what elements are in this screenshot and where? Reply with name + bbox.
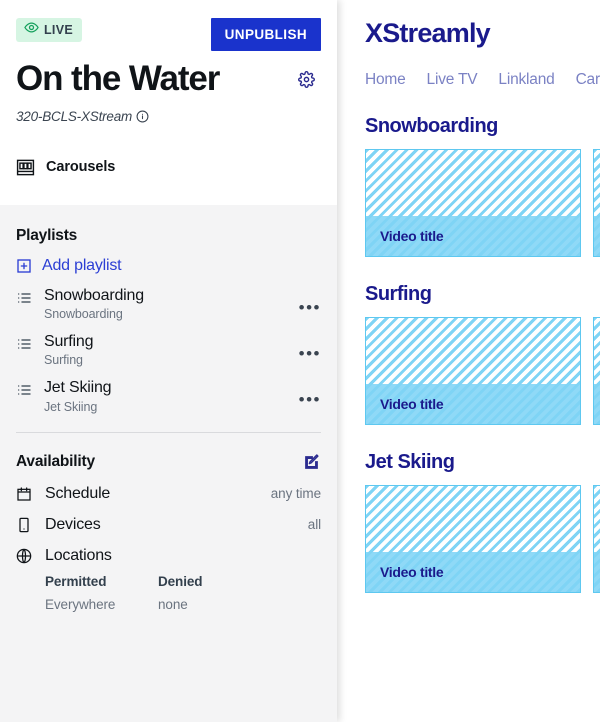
playlist-text: Jet Skiing Jet Skiing <box>44 378 299 413</box>
eye-icon <box>24 20 39 40</box>
brand-logo: XStreamly <box>365 18 491 48</box>
video-card-title-band: Video title <box>594 216 600 256</box>
carousel-card-row: Video title Video title <box>365 485 600 593</box>
playlist-text: Surfing Surfing <box>44 332 299 367</box>
video-card-title-band: Video title <box>594 384 600 424</box>
availability-row-devices[interactable]: Devices all <box>16 516 321 534</box>
panel-header: LIVE UNPUBLISH On the Water 320-BCLS-XSt… <box>0 0 337 205</box>
video-card-title-band: Video title <box>366 552 580 592</box>
playlists-heading: Playlists <box>16 227 78 244</box>
locations-denied-column: Denied none <box>158 574 271 612</box>
locations-permitted-value: Everywhere <box>45 596 116 612</box>
availability-row-schedule[interactable]: Schedule any time <box>16 485 321 503</box>
nav-item-carousels[interactable]: Car <box>576 71 600 89</box>
locations-table: Permitted Everywhere Denied none <box>16 574 321 612</box>
video-card[interactable]: Video title <box>365 317 581 425</box>
reference-id-row: 320-BCLS-XStream <box>16 109 321 124</box>
playlist-name: Surfing <box>44 333 94 351</box>
list-item[interactable]: Jet Skiing Jet Skiing ••• <box>16 378 321 414</box>
info-icon[interactable] <box>136 110 149 123</box>
title-row: On the Water <box>16 59 321 99</box>
header-top-row: LIVE UNPUBLISH <box>16 18 321 51</box>
list-item[interactable]: Surfing Surfing ••• <box>16 332 321 367</box>
playlist-list-icon <box>16 382 34 403</box>
video-card-title: Video title <box>380 564 444 580</box>
video-card[interactable]: Video title <box>593 485 600 593</box>
plus-square-icon <box>16 258 32 274</box>
playlist-overflow-menu[interactable]: ••• <box>299 345 321 362</box>
carousel-icon <box>16 158 35 177</box>
site-preview-panel: XStreamly Home Live TV Linkland Car Snow… <box>337 0 600 722</box>
device-icon <box>16 517 34 533</box>
carousel-card-row: Video title Video title <box>365 317 600 425</box>
details-panel: LIVE UNPUBLISH On the Water 320-BCLS-XSt… <box>0 0 337 722</box>
video-card-title-band: Video title <box>366 384 580 424</box>
playlist-list-icon <box>16 290 34 311</box>
carousels-row[interactable]: Carousels <box>16 158 321 177</box>
preview-carousel-snowboarding: Snowboarding Video title Video title <box>365 115 600 257</box>
globe-icon <box>16 548 34 564</box>
nav-item-home[interactable]: Home <box>365 71 406 89</box>
unpublish-button[interactable]: UNPUBLISH <box>210 18 321 51</box>
availability-row-locations[interactable]: Locations <box>16 547 321 565</box>
playlist-list-icon <box>16 336 34 357</box>
status-badge: LIVE <box>16 18 82 42</box>
availability-value: any time <box>270 486 321 502</box>
availability-header: Availability <box>16 433 321 472</box>
app-root: LIVE UNPUBLISH On the Water 320-BCLS-XSt… <box>0 0 600 722</box>
preview-carousel-surfing: Surfing Video title Video title <box>365 283 600 425</box>
video-card[interactable]: Video title <box>365 485 581 593</box>
availability-label: Locations <box>45 546 112 564</box>
panel-body: Playlists Add playlist Snowboarding Snow… <box>0 205 337 612</box>
preview-carousel-jet-skiing: Jet Skiing Video title Video title <box>365 451 600 593</box>
availability-label: Schedule <box>45 484 111 502</box>
carousel-heading: Snowboarding <box>365 115 498 137</box>
playlist-name: Jet Skiing <box>44 379 112 397</box>
locations-permitted-column: Permitted Everywhere <box>45 574 158 612</box>
availability-label: Devices <box>45 515 101 533</box>
carousel-card-row: Video title Video title <box>365 149 600 257</box>
add-playlist-button[interactable]: Add playlist <box>16 257 321 275</box>
availability-value: all <box>307 517 321 533</box>
playlist-subtitle: Surfing <box>44 353 83 368</box>
playlist-subtitle: Snowboarding <box>44 307 123 322</box>
reference-id: 320-BCLS-XStream <box>16 108 133 124</box>
playlist-overflow-menu[interactable]: ••• <box>299 299 321 316</box>
playlist-overflow-menu[interactable]: ••• <box>299 391 321 408</box>
playlist-name: Snowboarding <box>44 287 144 304</box>
gear-icon[interactable] <box>296 69 317 90</box>
playlist-subtitle: Jet Skiing <box>44 399 98 414</box>
video-card[interactable]: Video title <box>593 149 600 257</box>
page-title: On the Water <box>16 59 220 98</box>
video-card[interactable]: Video title <box>593 317 600 425</box>
nav-item-linkland[interactable]: Linkland <box>498 71 554 89</box>
video-card[interactable]: Video title <box>365 149 581 257</box>
carousel-heading: Surfing <box>365 283 432 305</box>
availability-heading: Availability <box>16 453 95 471</box>
video-card-title: Video title <box>380 228 444 244</box>
preview-nav: Home Live TV Linkland Car <box>365 71 600 89</box>
nav-item-live-tv[interactable]: Live TV <box>427 71 478 89</box>
video-card-title-band: Video title <box>594 552 600 592</box>
carousel-heading: Jet Skiing <box>365 451 455 473</box>
carousels-label: Carousels <box>46 159 116 175</box>
calendar-icon <box>16 486 34 502</box>
add-playlist-label: Add playlist <box>42 257 122 274</box>
status-badge-label: LIVE <box>44 23 73 37</box>
edit-square-icon[interactable] <box>302 453 321 472</box>
locations-permitted-header: Permitted <box>45 573 107 589</box>
locations-denied-header: Denied <box>158 573 203 589</box>
video-card-title-band: Video title <box>366 216 580 256</box>
video-card-title: Video title <box>380 396 444 412</box>
list-item[interactable]: Snowboarding Snowboarding ••• <box>16 286 321 321</box>
playlist-text: Snowboarding Snowboarding <box>44 286 299 321</box>
locations-denied-value: none <box>158 596 188 612</box>
